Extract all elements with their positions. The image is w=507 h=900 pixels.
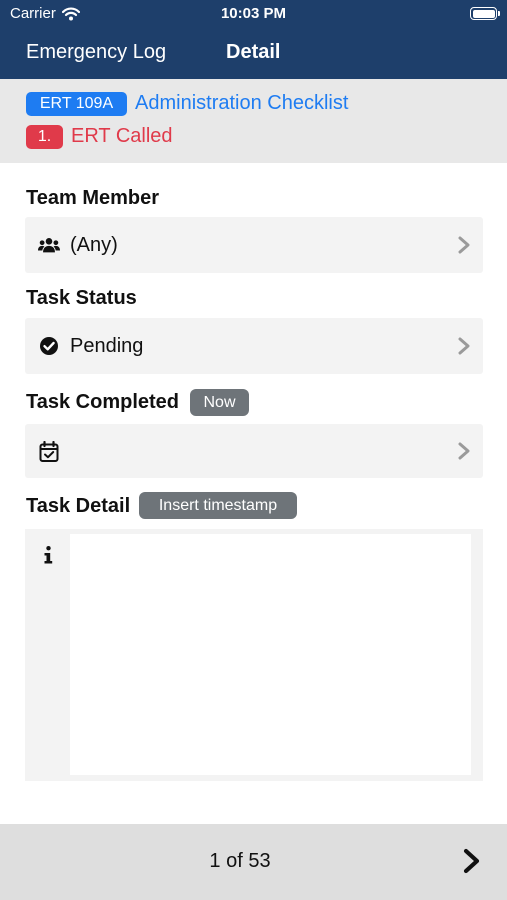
page-title: Detail <box>226 41 281 63</box>
task-status-value: Pending <box>70 335 144 357</box>
task-status-label: Task Status <box>26 287 137 309</box>
task-detail-box <box>25 529 483 781</box>
team-member-label: Team Member <box>26 187 160 209</box>
task-status-row[interactable]: Pending <box>25 318 483 374</box>
task-detail-label: Task Detail <box>26 495 131 517</box>
task-detail-input[interactable] <box>70 534 471 775</box>
task-completed-label: Task Completed <box>26 391 179 413</box>
info-icon <box>44 546 53 564</box>
navigation-bar: Emergency Log Detail <box>0 28 507 79</box>
team-member-row[interactable]: (Any) <box>25 217 483 273</box>
users-icon <box>38 234 60 256</box>
battery-icon <box>470 7 500 20</box>
checklist-title[interactable]: Administration Checklist <box>135 92 348 115</box>
status-bar: Carrier 10:03 PM <box>0 0 507 28</box>
page-counter: 1 of 53 <box>209 850 271 872</box>
task-header: ERT 109A Administration Checklist 1. ERT… <box>0 79 507 163</box>
chevron-right-icon <box>458 442 470 460</box>
now-button[interactable]: Now <box>190 389 249 416</box>
step-number-badge: 1. <box>26 125 63 149</box>
pager-bar: 1 of 53 <box>0 824 507 900</box>
back-button[interactable]: Emergency Log <box>26 41 166 64</box>
checklist-code-badge: ERT 109A <box>26 92 127 116</box>
calendar-check-icon <box>38 441 60 463</box>
chevron-right-icon <box>458 236 470 254</box>
team-member-value: (Any) <box>70 234 118 256</box>
task-completed-row[interactable] <box>25 424 483 478</box>
insert-timestamp-button[interactable]: Insert timestamp <box>139 492 297 519</box>
step-title: ERT Called <box>71 125 173 147</box>
chevron-right-icon <box>458 337 470 355</box>
check-circle-icon <box>38 335 60 357</box>
chevron-right-icon[interactable] <box>459 848 485 874</box>
clock: 10:03 PM <box>220 5 287 22</box>
